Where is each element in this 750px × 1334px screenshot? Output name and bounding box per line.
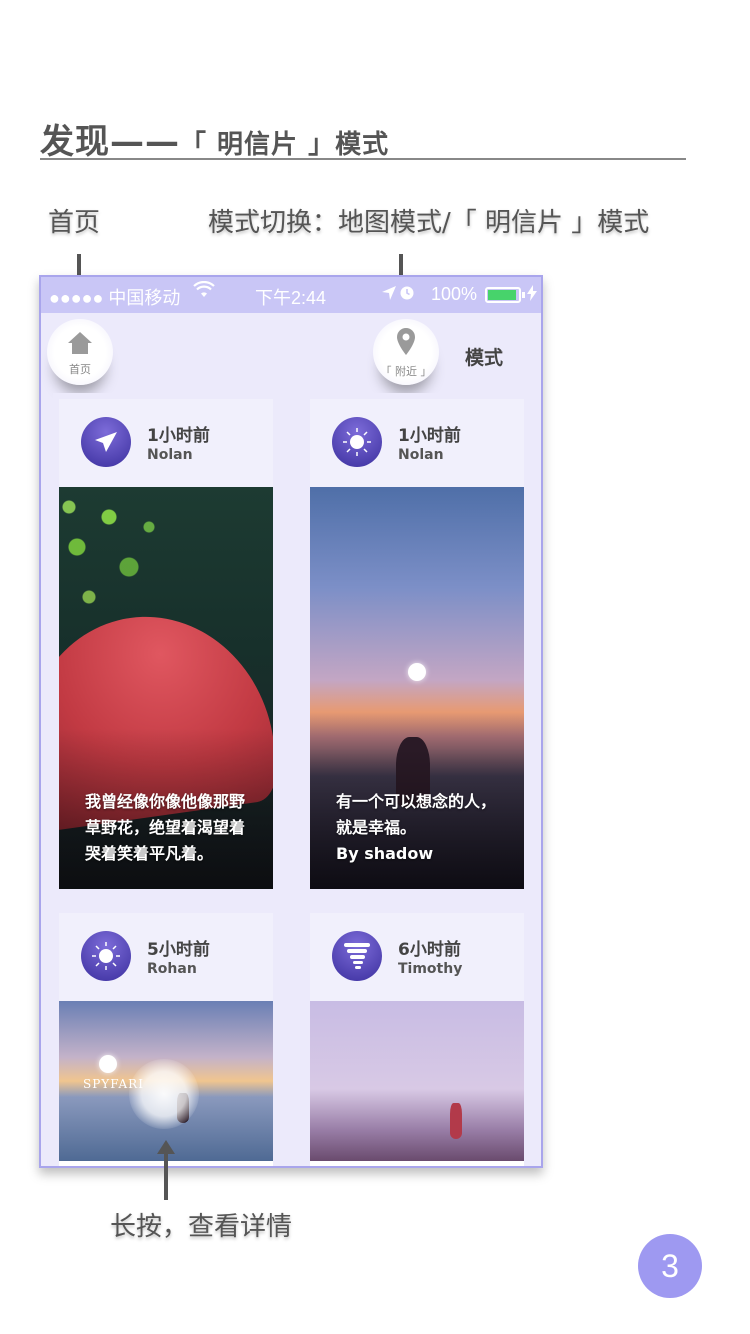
map-pin-icon [397,328,415,355]
postcard-1[interactable]: 1小时前 Nolan 我曾经像你像他像那野 草野花，绝望着渴望着 哭着笑着平凡着… [53,393,279,895]
avatar [81,931,131,981]
post-user: Timothy [398,961,463,977]
page-number-badge: 3 [638,1234,702,1298]
postcard-caption: 有一个可以想念的人， 就是幸福。 By shadow [336,792,497,863]
person-silhouette [450,1103,462,1139]
charging-icon [527,285,537,306]
postcard-3[interactable]: 5小时前 Rohan SPYFARI [53,907,279,1166]
battery-percent: 100% [431,284,478,304]
annotation-long-press: 长按，查看详情 [110,1212,293,1242]
avatar [332,417,382,467]
postcard-4[interactable]: 6小时前 Timothy [304,907,530,1166]
page-title: 发现——「 明信片 」模式 [40,114,389,163]
card-header: 6小时前 Timothy [310,913,524,1001]
title-main: 发现—— [40,122,180,162]
avatar [332,931,382,981]
mode-button[interactable]: 模式 [465,343,503,370]
nav-bar: 首页 「 附近 」 模式 [41,313,541,393]
postcard-caption: 我曾经像你像他像那野 草野花，绝望着渴望着 哭着笑着平凡着。 [85,792,246,863]
card-header: 1小时前 Nolan [59,399,273,487]
postcard-photo: SPYFARI [59,1001,273,1161]
postcard-photo: 我曾经像你像他像那野 草野花，绝望着渴望着 哭着笑着平凡着。 [59,487,273,889]
clock: 下午2:44 [255,288,327,308]
card-header: 1小时前 Nolan [310,399,524,487]
annotation-home: 首页 [48,208,101,238]
card-header: 5小时前 Rohan [59,913,273,1001]
post-time: 1小时前 [147,426,210,446]
alarm-icon [399,285,415,306]
phone-screen: ●●●●● 中国移动 下午2:44 100% 首页 「 附近 」 模式 1小时前… [39,275,543,1168]
postcard-photo [310,1001,524,1161]
post-time: 1小时前 [398,426,461,446]
home-icon [68,332,92,354]
post-user: Rohan [147,961,197,977]
arrow-long-press-head [157,1140,175,1154]
postcard-2[interactable]: 1小时前 Nolan 有一个可以想念的人， 就是幸福。 By shadow [304,393,530,895]
post-user: Nolan [398,447,444,463]
title-divider [40,158,686,160]
post-time: 5小时前 [147,940,210,960]
sun-icon [92,942,120,970]
title-sub: 「 明信片 」模式 [180,130,390,160]
arrow-long-press [164,1150,168,1200]
sun-icon [343,428,371,456]
nearby-button[interactable]: 「 附近 」 [373,319,439,385]
wifi-icon [193,280,215,304]
home-button[interactable]: 首页 [47,319,113,385]
tornado-icon [344,943,370,969]
annotation-mode-switch: 模式切换：地图模式/「 明信片 」模式 [208,208,650,238]
long-press-indicator [129,1059,199,1129]
avatar [81,417,131,467]
sun-glyph [99,1055,117,1073]
paper-plane-icon [95,432,117,452]
carrier: ●●●●● 中国移动 [49,288,181,308]
battery-icon [485,287,525,303]
post-time: 6小时前 [398,940,461,960]
postcard-photo: 有一个可以想念的人， 就是幸福。 By shadow [310,487,524,889]
nearby-label: 「 附近 」 [380,365,432,378]
location-arrow-icon [381,285,397,306]
home-label: 首页 [69,363,91,376]
status-bar: ●●●●● 中国移动 下午2:44 100% [41,277,541,313]
post-user: Nolan [147,447,193,463]
